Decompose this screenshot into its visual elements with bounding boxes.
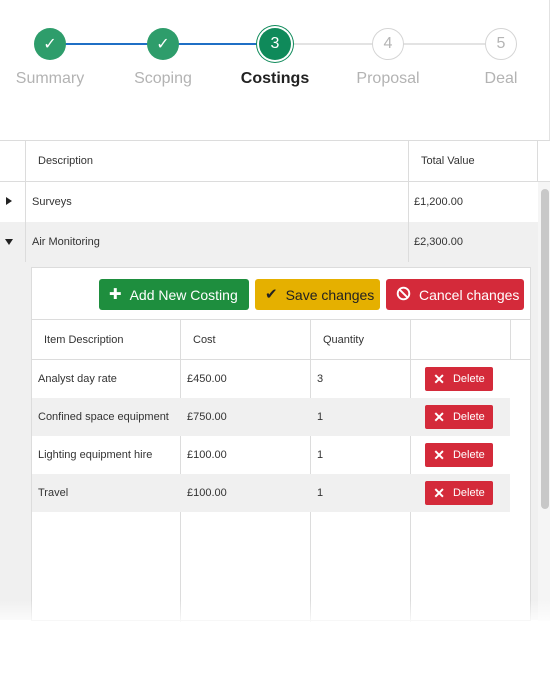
column-divider xyxy=(408,222,409,262)
delete-label: Delete xyxy=(452,449,485,461)
cancel-changes-button[interactable]: Cancel changes xyxy=(386,279,524,310)
check-icon: ✓ xyxy=(147,28,179,60)
delete-button[interactable]: ✕ Delete xyxy=(425,481,493,505)
grid-row[interactable]: Air Monitoring £2,300.00 xyxy=(0,222,538,262)
close-icon: ✕ xyxy=(433,409,445,425)
delete-label: Delete xyxy=(452,411,485,423)
column-divider xyxy=(25,222,26,262)
item-cost[interactable]: £100.00 xyxy=(187,436,227,474)
delete-button[interactable]: ✕ Delete xyxy=(425,367,493,391)
item-cost[interactable]: £750.00 xyxy=(187,398,227,436)
column-header-cost[interactable]: Cost xyxy=(193,320,216,360)
step-label: Proposal xyxy=(356,70,420,87)
costing-items-header: Item Description Cost Quantity xyxy=(32,319,530,360)
step-number: 3 xyxy=(259,28,291,60)
item-description[interactable]: Travel xyxy=(38,474,68,512)
costing-item-row[interactable]: Lighting equipment hire £100.00 1 ✕ Delet… xyxy=(32,436,510,474)
grid-row[interactable]: Surveys £1,200.00 xyxy=(0,182,538,222)
item-cost[interactable]: £450.00 xyxy=(187,360,227,398)
close-icon: ✕ xyxy=(433,447,445,463)
step-label: Summary xyxy=(15,70,85,87)
item-quantity[interactable]: 1 xyxy=(317,398,323,436)
cancel-icon xyxy=(396,286,411,304)
column-header-total-value[interactable]: Total Value xyxy=(421,141,475,181)
check-icon: ✔ xyxy=(265,286,278,303)
step-deal[interactable]: 5 Deal xyxy=(441,28,550,88)
collapse-arrow-icon[interactable] xyxy=(5,239,13,245)
expand-arrow-icon[interactable] xyxy=(6,197,12,205)
costing-item-row[interactable]: Confined space equipment £750.00 1 ✕ Dele… xyxy=(32,398,510,436)
step-summary[interactable]: ✓ Summary xyxy=(0,28,110,88)
step-label: Deal xyxy=(484,70,518,87)
step-number: 4 xyxy=(372,28,404,60)
column-header-description[interactable]: Description xyxy=(38,141,93,181)
costing-item-row[interactable]: Travel £100.00 1 ✕ Delete xyxy=(32,474,510,512)
column-header-quantity[interactable]: Quantity xyxy=(323,320,364,360)
column-divider xyxy=(408,182,409,222)
step-costings[interactable]: 3 Costings xyxy=(215,28,335,88)
step-number: 5 xyxy=(485,28,517,60)
costings-master-grid: Description Total Value Surveys £1,200.0… xyxy=(0,140,550,622)
bottom-fade-overlay xyxy=(0,600,550,689)
step-proposal[interactable]: 4 Proposal xyxy=(328,28,448,88)
plus-icon: ✚ xyxy=(109,286,122,303)
item-description[interactable]: Analyst day rate xyxy=(38,360,117,398)
column-divider xyxy=(410,320,411,360)
grid-header: Description Total Value xyxy=(0,141,550,182)
delete-label: Delete xyxy=(452,487,485,499)
close-icon: ✕ xyxy=(433,371,445,387)
column-divider xyxy=(180,320,181,360)
item-quantity[interactable]: 1 xyxy=(317,436,323,474)
row-total-value: £1,200.00 xyxy=(414,196,463,208)
row-description: Surveys xyxy=(32,196,72,208)
row-description: Air Monitoring xyxy=(32,236,100,248)
step-label: Costings xyxy=(240,70,310,87)
progress-stepper: ✓ Summary ✓ Scoping 3 Costings 4 Proposa… xyxy=(0,0,550,140)
item-description[interactable]: Lighting equipment hire xyxy=(38,436,152,474)
vertical-scrollbar-thumb[interactable] xyxy=(541,189,549,509)
column-divider xyxy=(408,141,409,181)
column-divider xyxy=(310,320,311,360)
costing-item-row[interactable]: Analyst day rate £450.00 3 ✕ Delete xyxy=(32,360,510,398)
close-icon: ✕ xyxy=(433,485,445,501)
column-divider xyxy=(510,320,511,360)
delete-button[interactable]: ✕ Delete xyxy=(425,405,493,429)
column-divider xyxy=(25,182,26,222)
add-new-costing-label: Add New Costing xyxy=(129,286,238,303)
page: ✓ Summary ✓ Scoping 3 Costings 4 Proposa… xyxy=(0,0,550,689)
save-changes-button[interactable]: ✔ Save changes xyxy=(255,279,380,310)
delete-label: Delete xyxy=(452,373,485,385)
row-total-value: £2,300.00 xyxy=(414,236,463,248)
item-quantity[interactable]: 3 xyxy=(317,360,323,398)
check-icon: ✓ xyxy=(34,28,66,60)
item-description[interactable]: Confined space equipment xyxy=(38,398,169,436)
column-divider xyxy=(25,141,26,181)
step-scoping[interactable]: ✓ Scoping xyxy=(103,28,223,88)
save-changes-label: Save changes xyxy=(285,286,375,303)
delete-button[interactable]: ✕ Delete xyxy=(425,443,493,467)
column-divider xyxy=(537,141,538,181)
add-new-costing-button[interactable]: ✚ Add New Costing xyxy=(99,279,249,310)
column-header-item-description[interactable]: Item Description xyxy=(44,320,123,360)
item-cost[interactable]: £100.00 xyxy=(187,474,227,512)
item-quantity[interactable]: 1 xyxy=(317,474,323,512)
step-label: Scoping xyxy=(134,70,192,87)
cancel-changes-label: Cancel changes xyxy=(419,286,520,303)
costing-detail-panel: ✚ Add New Costing ✔ Save changes Cancel … xyxy=(31,267,531,622)
